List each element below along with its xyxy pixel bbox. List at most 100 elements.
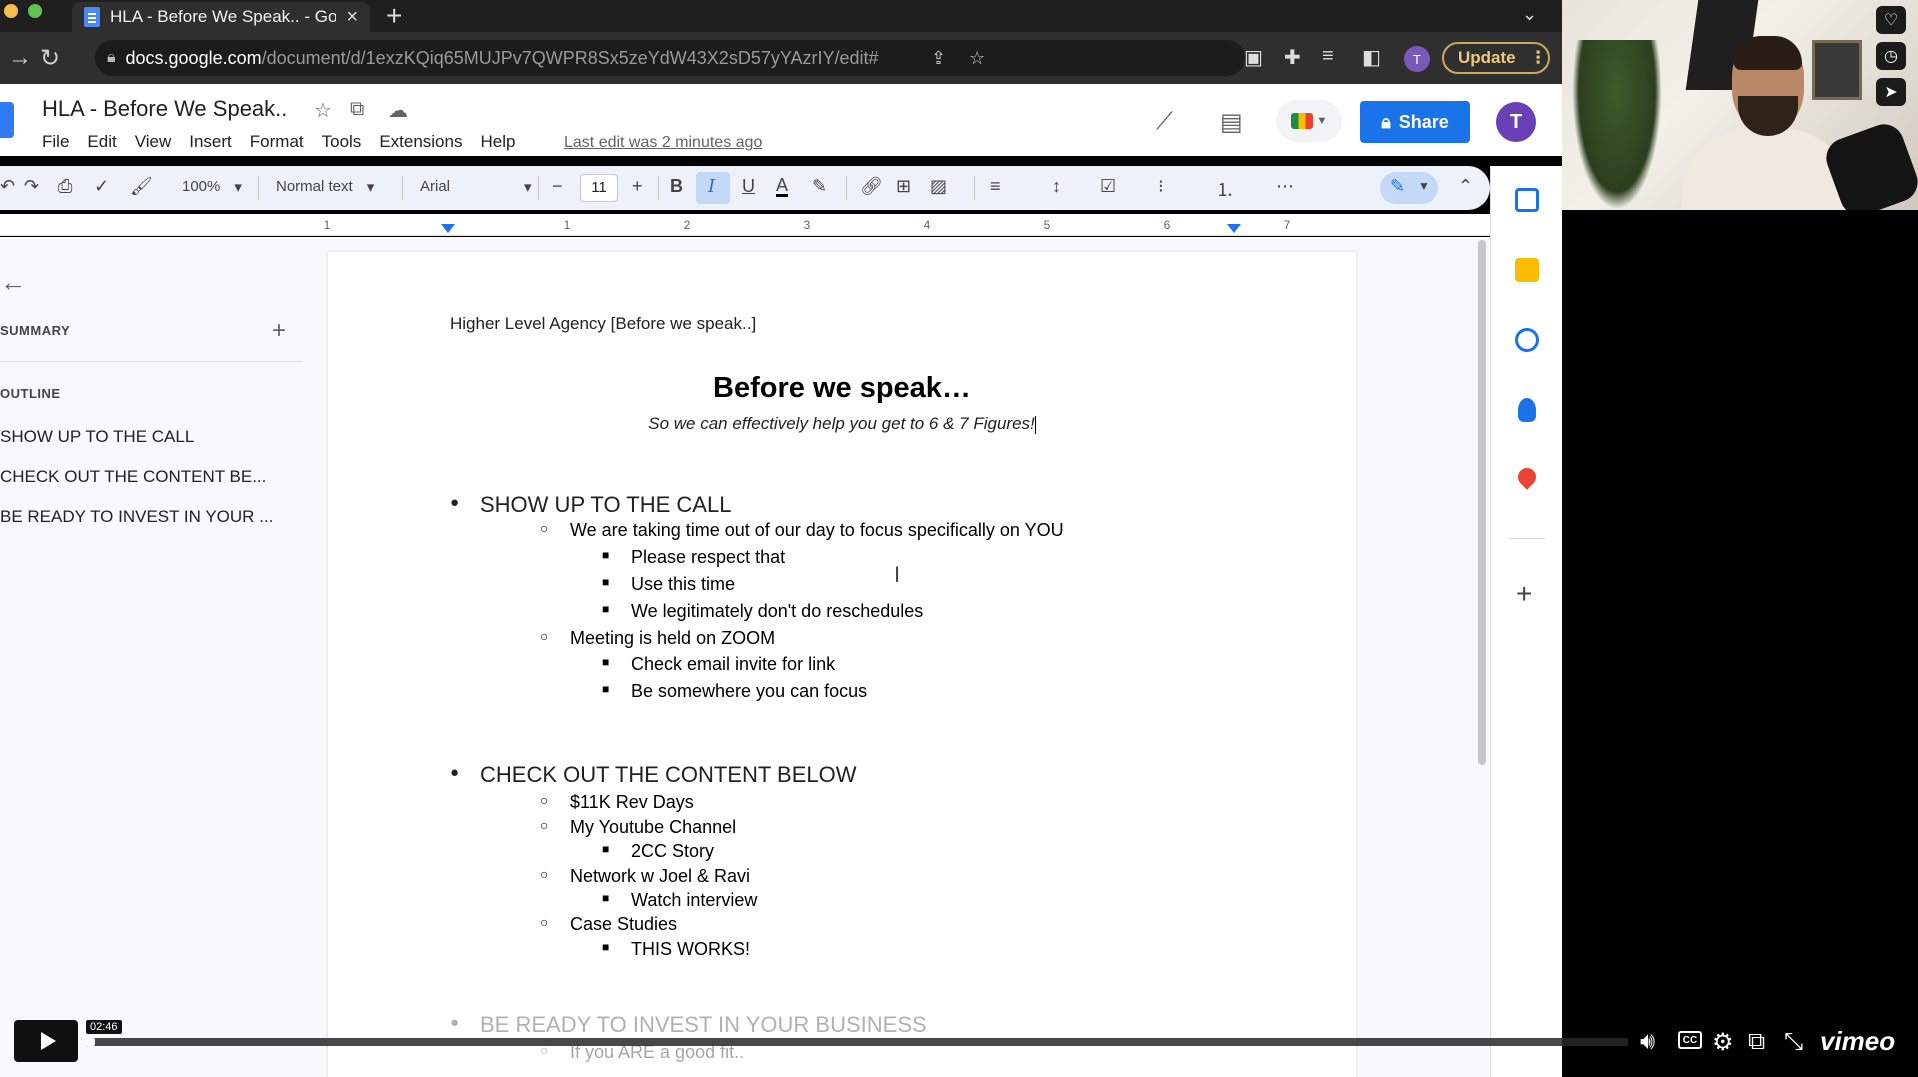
forward-arrow-icon[interactable]: → xyxy=(8,44,32,72)
window-minimize-button[interactable] xyxy=(4,4,18,18)
list-item[interactable]: Please respect that xyxy=(602,547,785,568)
reading-list-icon[interactable]: ≡ xyxy=(1322,45,1334,68)
tasks-icon[interactable] xyxy=(1515,328,1539,352)
play-button[interactable] xyxy=(14,1020,78,1062)
numbered-list-icon[interactable]: ⒈ xyxy=(1216,176,1234,202)
scrollbar-thumb[interactable] xyxy=(1478,240,1486,765)
undo-icon[interactable]: ↶ xyxy=(0,176,15,197)
section-heading[interactable]: CHECK OUT THE CONTENT BELOW xyxy=(450,762,856,788)
list-item[interactable]: Watch interview xyxy=(602,890,757,911)
outline-item[interactable]: SHOW UP TO THE CALL xyxy=(0,427,194,447)
list-item[interactable]: We legitimately don't do reschedules xyxy=(602,601,923,622)
line-spacing-icon[interactable]: ↕ xyxy=(1052,176,1061,197)
side-panel-icon[interactable]: ◧ xyxy=(1362,45,1381,70)
back-arrow-icon[interactable]: ← xyxy=(0,267,26,298)
keep-icon[interactable] xyxy=(1515,258,1539,282)
menu-edit[interactable]: Edit xyxy=(87,132,116,152)
align-left-icon[interactable]: ≡ xyxy=(990,176,1001,197)
meet-button[interactable]: ▼ xyxy=(1276,100,1342,142)
close-tab-icon[interactable]: × xyxy=(346,6,358,29)
document-title[interactable]: HLA - Before We Speak.. xyxy=(42,96,287,122)
new-tab-icon[interactable]: + xyxy=(386,0,402,32)
watch-later-clock-icon[interactable]: ◷ xyxy=(1876,42,1906,70)
more-vert-icon[interactable]: ⋮ xyxy=(1530,48,1547,68)
extensions-puzzle-icon[interactable]: ✚ xyxy=(1284,45,1301,70)
bookmark-star-icon[interactable]: ☆ xyxy=(969,48,985,69)
menu-help[interactable]: Help xyxy=(480,132,515,152)
document-heading[interactable]: Before we speak… xyxy=(328,372,1356,405)
outline-item[interactable]: BE READY TO INVEST IN YOUR ... xyxy=(0,507,273,527)
bold-button[interactable]: B xyxy=(670,176,683,197)
vimeo-logo[interactable]: vimeo xyxy=(1820,1026,1895,1057)
font-size-input[interactable]: 11 xyxy=(580,174,618,202)
picture-in-picture-icon[interactable]: ⧉ xyxy=(1748,1028,1765,1056)
menu-view[interactable]: View xyxy=(135,132,172,152)
activity-trend-icon[interactable]: ⟋ xyxy=(1156,108,1173,136)
list-item[interactable]: Network w Joel & Ravi xyxy=(540,866,750,887)
underline-button[interactable]: U xyxy=(742,176,755,197)
contacts-icon[interactable] xyxy=(1518,398,1536,422)
tab-search-chevron-icon[interactable]: ⌄ xyxy=(1522,4,1537,25)
add-comment-icon[interactable]: ⊞ xyxy=(896,176,911,197)
list-item[interactable]: Use this time xyxy=(602,574,735,595)
style-select[interactable]: Normal text ▾ xyxy=(276,178,374,196)
list-item[interactable]: Case Studies xyxy=(540,914,677,935)
more-horiz-icon[interactable]: ⋯ xyxy=(1276,176,1294,197)
section-heading[interactable]: SHOW UP TO THE CALL xyxy=(450,492,732,518)
captions-icon[interactable]: CC xyxy=(1678,1031,1702,1049)
cloud-status-icon[interactable]: ☁ xyxy=(388,98,408,123)
menu-format[interactable]: Format xyxy=(250,132,304,152)
list-item[interactable]: THIS WORKS! xyxy=(602,939,750,960)
document-page[interactable]: Higher Level Agency [Before we speak..] … xyxy=(328,252,1356,1077)
list-item[interactable]: $11K Rev Days xyxy=(540,792,694,813)
move-folder-icon[interactable]: ⧉ xyxy=(350,98,364,121)
increase-font-size-icon[interactable]: + xyxy=(632,176,643,197)
window-zoom-button[interactable] xyxy=(28,4,42,18)
maps-icon[interactable] xyxy=(1514,464,1540,490)
spellcheck-icon[interactable]: ✓ xyxy=(94,176,109,197)
star-icon[interactable]: ☆ xyxy=(314,98,332,123)
text-color-button[interactable]: A xyxy=(776,176,789,197)
checklist-icon[interactable]: ☑ xyxy=(1100,176,1116,197)
bulleted-list-icon[interactable]: ⁝ xyxy=(1158,176,1164,197)
document-subtitle[interactable]: So we can effectively help you get to 6 … xyxy=(328,414,1356,434)
list-item[interactable]: 2CC Story xyxy=(602,841,714,862)
share-send-icon[interactable]: ➤ xyxy=(1876,78,1906,106)
paint-format-icon[interactable]: 🖌︎ xyxy=(130,176,153,197)
left-indent-marker[interactable] xyxy=(441,224,455,233)
menu-extensions[interactable]: Extensions xyxy=(379,132,462,152)
fullscreen-exit-icon[interactable]: ⤡ xyxy=(1784,1028,1803,1056)
menu-tools[interactable]: Tools xyxy=(322,132,362,152)
settings-gear-icon[interactable]: ⚙ xyxy=(1712,1028,1734,1057)
add-summary-icon[interactable]: + xyxy=(272,317,286,345)
list-item[interactable]: Be somewhere you can focus xyxy=(602,681,867,702)
progress-bar[interactable] xyxy=(86,1038,1628,1046)
browser-update-button[interactable]: Update ⋮ xyxy=(1442,42,1550,74)
right-indent-marker[interactable] xyxy=(1227,224,1241,233)
last-edit-link[interactable]: Last edit was 2 minutes ago xyxy=(564,134,762,152)
address-bar[interactable]: 🔒︎ docs.google.com/document/d/1exzKQiq65… xyxy=(95,40,1245,76)
like-heart-icon[interactable]: ♡ xyxy=(1876,6,1906,34)
volume-icon[interactable]: 🔊︎ xyxy=(1640,1028,1655,1056)
account-avatar[interactable]: T xyxy=(1496,102,1536,142)
collapse-toolbar-chevron-icon[interactable]: ⌃ xyxy=(1458,176,1473,197)
reload-icon[interactable]: ↻ xyxy=(40,44,60,73)
lock-icon[interactable]: 🔒︎ xyxy=(107,49,116,67)
italic-button[interactable]: I xyxy=(708,176,715,197)
menu-insert[interactable]: Insert xyxy=(189,132,232,152)
outline-item[interactable]: CHECK OUT THE CONTENT BE... xyxy=(0,467,266,487)
docs-logo-icon[interactable] xyxy=(0,102,14,138)
highlight-pen-icon[interactable]: ✎ xyxy=(812,176,827,197)
list-item[interactable]: Check email invite for link xyxy=(602,654,835,675)
decrease-font-size-icon[interactable]: − xyxy=(552,176,563,197)
share-page-icon[interactable]: ⇪ xyxy=(931,48,946,69)
comments-icon[interactable]: ▤ xyxy=(1220,108,1243,137)
document-header[interactable]: Higher Level Agency [Before we speak..] xyxy=(450,314,756,334)
browser-tab-active[interactable]: HLA - Before We Speak.. - Goo × xyxy=(72,2,370,32)
calendar-icon[interactable] xyxy=(1515,188,1539,212)
menu-file[interactable]: File xyxy=(42,132,69,152)
list-item[interactable]: Meeting is held on ZOOM xyxy=(540,628,775,649)
zoom-select[interactable]: 100% ▾ xyxy=(182,178,242,196)
browser-profile-avatar[interactable]: T xyxy=(1404,46,1430,72)
insert-image-icon[interactable]: ▨ xyxy=(930,176,947,197)
